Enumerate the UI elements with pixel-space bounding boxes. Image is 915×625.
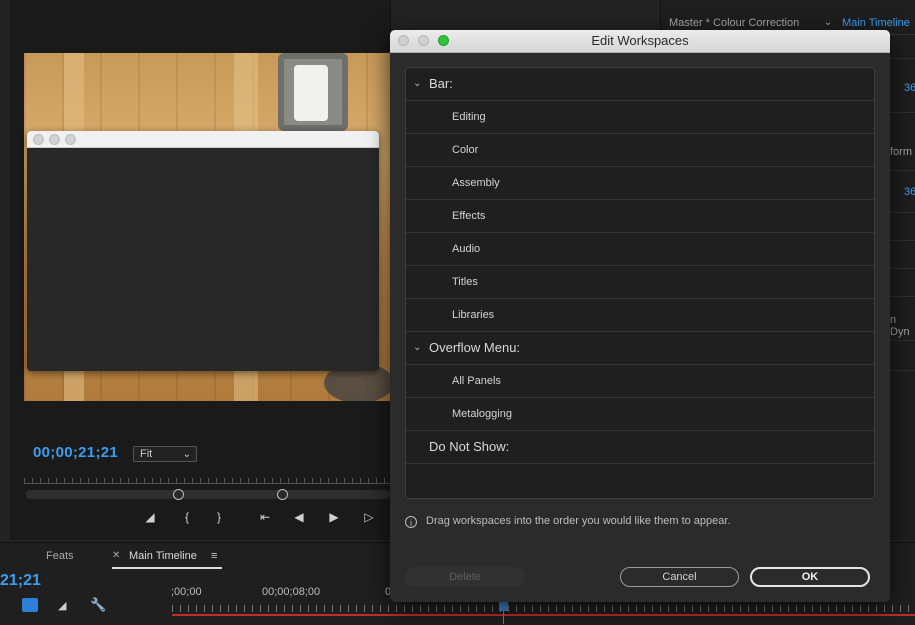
tab-master-colour-correction[interactable]: Master * Colour Correction [669, 17, 799, 29]
workspace-label: All Panels [452, 375, 501, 387]
mark-in-icon[interactable]: { [178, 510, 196, 524]
play-icon[interactable]: ▶ [325, 510, 343, 524]
right-panel-value[interactable]: 36 [904, 186, 915, 198]
dialog-title: Edit Workspaces [591, 33, 689, 48]
selection-tool-icon[interactable] [22, 598, 38, 612]
section-header-overflow[interactable]: ⌄ Overflow Menu: [406, 332, 874, 365]
section-label: Overflow Menu: [429, 340, 521, 355]
active-tab-indicator [112, 567, 222, 569]
mini-close-dot[interactable] [33, 134, 44, 145]
program-timecode[interactable]: 00;00;21;21 [33, 444, 118, 461]
close-window-button[interactable] [398, 35, 409, 46]
fit-select-value: Fit [140, 448, 153, 460]
scrub-track[interactable] [24, 483, 390, 484]
workspace-item[interactable]: Titles [406, 266, 874, 299]
workspace-label: Color [452, 144, 479, 156]
hint-text: Drag workspaces into the order you would… [426, 515, 731, 527]
tab-main-timeline[interactable]: Main Timeline [129, 550, 197, 562]
workspace-item[interactable]: Assembly [406, 167, 874, 200]
zoom-scrollbar[interactable] [26, 490, 390, 499]
step-forward-icon[interactable]: ▷ [360, 510, 378, 524]
chevron-down-icon[interactable]: ⌄ [824, 17, 832, 28]
step-back-icon[interactable]: ◀ [290, 510, 308, 524]
workspace-item[interactable]: Color [406, 134, 874, 167]
marker-icon[interactable]: ◢ [58, 599, 66, 612]
mini-window-titlebar [27, 131, 379, 148]
workspace-item[interactable]: Metalogging [406, 398, 874, 431]
add-marker-icon[interactable]: ◢ [141, 510, 159, 524]
render-bar [172, 614, 915, 616]
go-to-in-icon[interactable]: ⇤ [256, 510, 274, 524]
right-panel-text: n Dyn [890, 314, 910, 338]
right-panel-text: form [890, 146, 912, 158]
minimize-window-button[interactable] [418, 35, 429, 46]
workspace-item[interactable]: Editing [406, 101, 874, 134]
tab-main-timeline-right[interactable]: Main Timeline [842, 17, 910, 29]
chevron-down-icon[interactable]: ⌄ [413, 68, 421, 100]
maximize-window-button[interactable] [438, 35, 449, 46]
zoom-handle-left[interactable] [173, 489, 184, 500]
tab-feats[interactable]: Feats [46, 550, 74, 562]
workspace-label: Titles [452, 276, 478, 288]
section-header-do-not-show[interactable]: Do Not Show: [406, 431, 874, 464]
workspace-label: Audio [452, 243, 481, 255]
ruler-label: 00;00;08;00 [262, 586, 321, 598]
mark-out-icon[interactable]: } [210, 510, 228, 524]
fit-select[interactable]: Fit ⌄ [133, 446, 197, 462]
chevron-down-icon[interactable]: ⌄ [413, 332, 421, 364]
video-clamp-inner [294, 65, 328, 121]
workspace-label: Metalogging [452, 408, 512, 420]
workspace-item[interactable]: Libraries [406, 299, 874, 332]
workspace-label: Editing [452, 111, 486, 123]
wrench-icon[interactable]: 🔧 [90, 597, 106, 613]
chevron-down-icon: ⌄ [182, 449, 191, 460]
panel-menu-icon[interactable]: ≡ [211, 550, 217, 562]
workspace-label: Libraries [452, 309, 495, 321]
workspace-label: Assembly [452, 177, 500, 189]
section-label: Bar: [429, 76, 453, 91]
workspace-item[interactable]: Audio [406, 233, 874, 266]
timeline-timecode[interactable]: 21;21 [0, 572, 41, 590]
workspace-label: Effects [452, 210, 486, 222]
ok-button[interactable]: OK [750, 567, 870, 587]
zoom-handle-right[interactable] [277, 489, 288, 500]
ruler-label: ;00;00 [171, 586, 202, 598]
workspace-list: ⌄ Bar: Editing Color Assembly Effects Au… [405, 67, 875, 499]
playhead-line [503, 610, 504, 624]
edit-workspaces-dialog: Edit Workspaces ⌄ Bar: Editing Color Ass… [390, 30, 890, 602]
mini-max-dot[interactable] [65, 134, 76, 145]
delete-button[interactable]: Delete [405, 567, 525, 587]
close-icon[interactable]: ✕ [112, 550, 120, 561]
right-panel-value[interactable]: 36 [904, 82, 915, 94]
dialog-titlebar[interactable]: Edit Workspaces [390, 30, 890, 53]
workspace-item[interactable]: All Panels [406, 365, 874, 398]
mini-window [27, 131, 379, 371]
timeline-ruler[interactable] [172, 605, 915, 612]
section-header-bar[interactable]: ⌄ Bar: [406, 68, 874, 101]
section-label: Do Not Show: [429, 439, 510, 454]
mini-min-dot[interactable] [49, 134, 60, 145]
video-clamp [278, 53, 348, 131]
info-icon: i [405, 516, 417, 528]
cancel-button[interactable]: Cancel [620, 567, 739, 587]
workspace-item[interactable]: Effects [406, 200, 874, 233]
